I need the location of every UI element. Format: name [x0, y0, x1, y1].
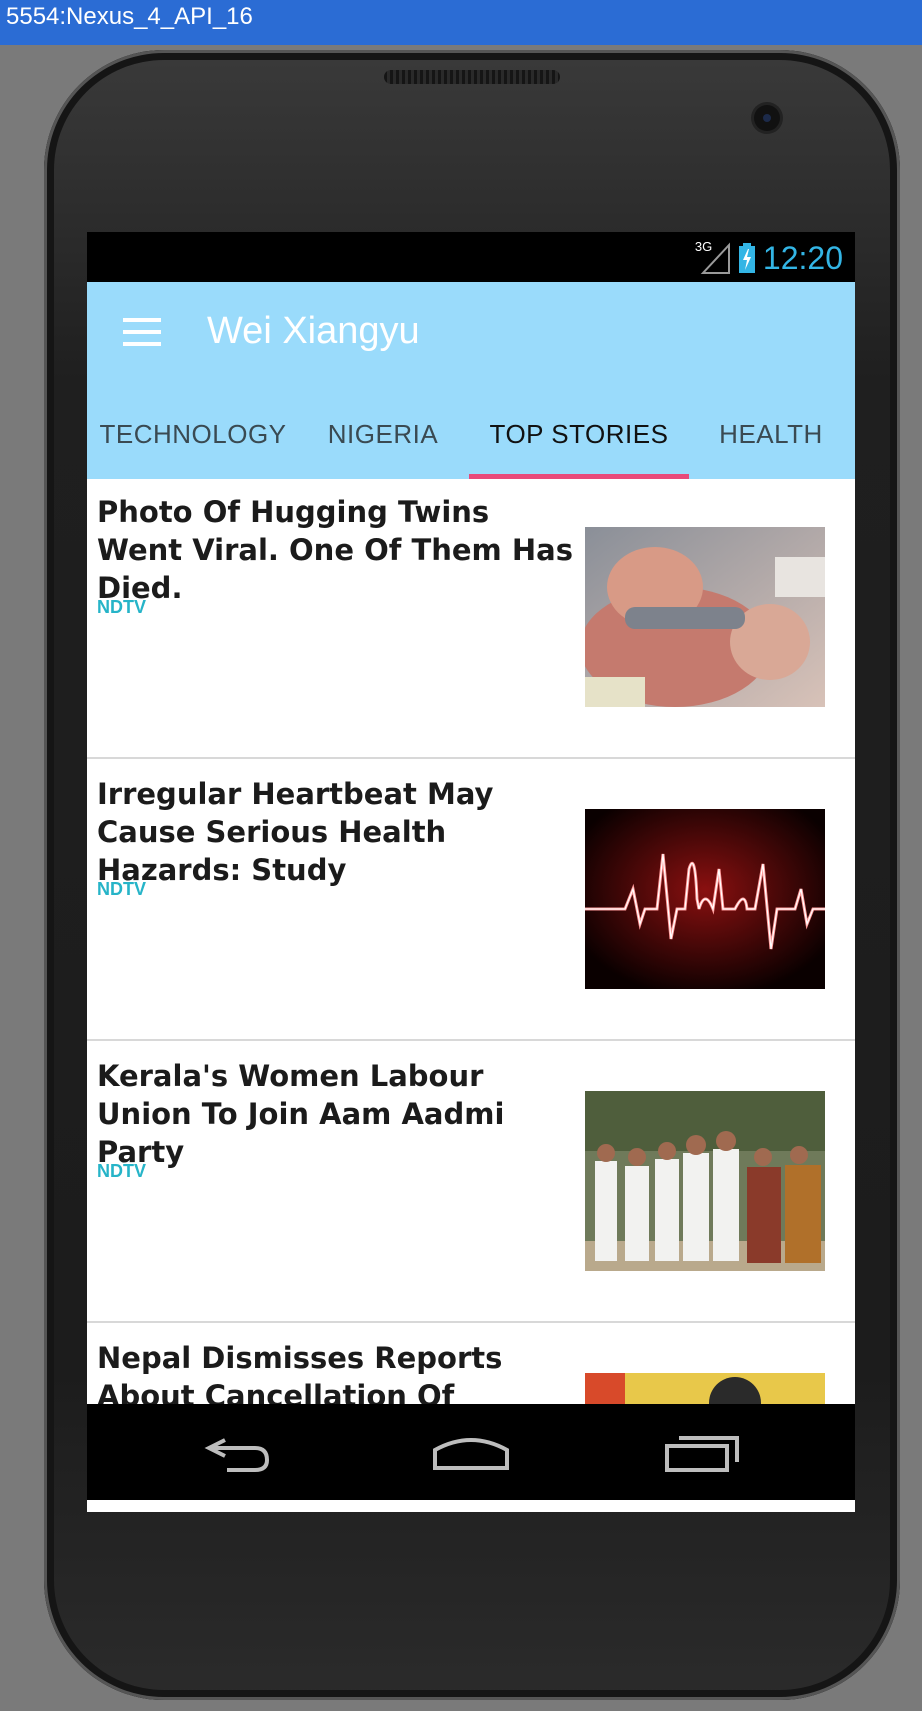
story-card[interactable]: Irregular Heartbeat May Cause Serious He…: [87, 761, 855, 1041]
speaker-grille: [384, 70, 560, 84]
tab-technology[interactable]: TECHNOLOGY: [97, 389, 289, 479]
story-title: Nepal Dismisses Reports About Cancellati…: [97, 1341, 503, 1404]
back-icon[interactable]: [199, 1428, 279, 1478]
recent-apps-icon[interactable]: [663, 1428, 743, 1478]
app-title: Wei Xiangyu: [207, 310, 420, 352]
battery-charging-icon: [738, 243, 755, 273]
story-thumbnail: [585, 527, 825, 707]
signal-icon: 3G: [695, 239, 731, 275]
story-card[interactable]: Kerala's Women Labour Union To Join Aam …: [87, 1043, 855, 1323]
category-tabs: TECHNOLOGY NIGERIA TOP STORIES HEALTH: [87, 389, 855, 479]
story-title: Photo Of Hugging Twins Went Viral. One O…: [97, 495, 573, 605]
home-icon[interactable]: [431, 1428, 511, 1478]
story-thumbnail: [585, 1091, 825, 1271]
clock: 12:20: [762, 240, 843, 276]
emulator-window-title: 5554:Nexus_4_API_16: [0, 0, 922, 45]
story-source: NDTV: [97, 879, 146, 899]
story-source: NDTV: [97, 597, 146, 617]
navigation-bar: [87, 1404, 855, 1500]
story-thumbnail: [585, 1373, 825, 1404]
story-title: Kerala's Women Labour Union To Join Aam …: [97, 1059, 505, 1169]
front-camera: [754, 105, 780, 131]
story-source: NDTV: [97, 1161, 146, 1181]
tab-health[interactable]: HEALTH: [707, 389, 835, 479]
story-list: Photo Of Hugging Twins Went Viral. One O…: [87, 479, 855, 1404]
tab-nigeria[interactable]: NIGERIA: [317, 389, 449, 479]
device-screen: 3G 12:20 Wei Xiangyu TECHNOLOGY NIGERIA …: [87, 232, 855, 1512]
story-title: Irregular Heartbeat May Cause Serious He…: [97, 777, 494, 887]
hamburger-menu-icon[interactable]: [123, 318, 161, 346]
story-thumbnail: [585, 809, 825, 989]
app-bar: Wei Xiangyu: [87, 282, 855, 389]
story-card[interactable]: Nepal Dismisses Reports About Cancellati…: [87, 1325, 855, 1404]
status-bar: 3G 12:20: [87, 232, 855, 282]
story-card[interactable]: Photo Of Hugging Twins Went Viral. One O…: [87, 479, 855, 759]
tab-top-stories[interactable]: TOP STORIES: [469, 389, 689, 479]
